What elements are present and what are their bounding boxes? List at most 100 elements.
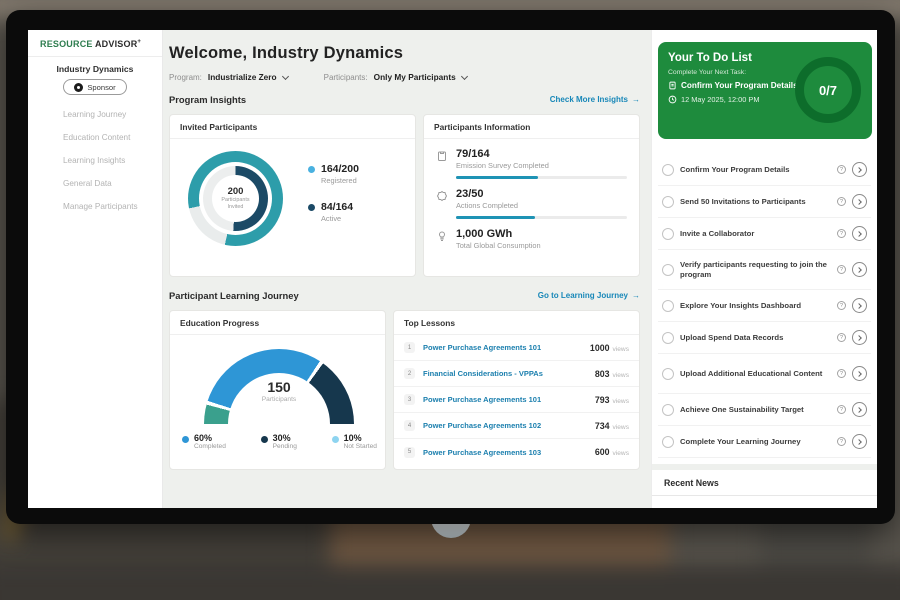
- task-open-button[interactable]: [852, 194, 867, 209]
- progress-track: [456, 216, 627, 219]
- section-title: Participant Learning Journey: [169, 290, 299, 301]
- not-started-dot-icon: [332, 436, 339, 443]
- views-label: views: [613, 346, 630, 353]
- legend-active: 84/164 Active: [308, 201, 359, 223]
- go-to-learning-journey-link[interactable]: Go to Learning Journey →: [538, 291, 640, 300]
- help-icon[interactable]: ?: [837, 229, 846, 238]
- task-checkbox[interactable]: [662, 332, 674, 344]
- views-label: views: [613, 398, 630, 405]
- task-row[interactable]: Invite a Collaborator ?: [658, 218, 871, 250]
- help-icon[interactable]: ?: [837, 437, 846, 446]
- lesson-link[interactable]: Power Purchase Agreements 103: [423, 448, 587, 457]
- help-icon[interactable]: ?: [837, 405, 846, 414]
- sponsor-label: Sponsor: [87, 83, 115, 92]
- org-name: Industry Dynamics: [28, 64, 162, 74]
- lesson-link[interactable]: Power Purchase Agreements 102: [423, 421, 587, 430]
- todo-next-task: Confirm Your Program Details: [668, 81, 808, 90]
- program-filter-label: Program:: [169, 73, 202, 82]
- help-icon[interactable]: ?: [837, 301, 846, 310]
- legend-label: Active: [321, 214, 353, 223]
- legend-value: 84/164: [321, 201, 353, 213]
- sponsor-icon: [74, 83, 83, 92]
- task-row[interactable]: Upload Spend Data Records ?: [658, 322, 871, 354]
- task-row[interactable]: Complete Your Learning Journey ?: [658, 426, 871, 458]
- chevron-down-icon: [282, 72, 289, 79]
- task-checkbox[interactable]: [662, 300, 674, 312]
- lesson-link[interactable]: Power Purchase Agreements 101: [423, 395, 587, 404]
- task-checkbox[interactable]: [662, 404, 674, 416]
- logo-resource: RESOURCE: [40, 39, 93, 49]
- sidebar-item-general-data[interactable]: General Data: [28, 172, 162, 195]
- stat-label: Actions Completed: [456, 201, 627, 210]
- gauge-center-value: 150: [204, 379, 354, 395]
- task-checkbox[interactable]: [662, 228, 674, 240]
- task-checkbox[interactable]: [662, 196, 674, 208]
- lesson-link[interactable]: Financial Considerations - VPPAs: [423, 369, 587, 378]
- task-checkbox[interactable]: [662, 164, 674, 176]
- views-count: 1000: [590, 343, 610, 353]
- program-filter-value: Industrialize Zero: [208, 72, 277, 82]
- task-open-button[interactable]: [852, 162, 867, 177]
- sidebar-nav: Home Insights Education Learning Journey…: [28, 103, 162, 218]
- help-icon[interactable]: ?: [837, 369, 846, 378]
- program-dropdown[interactable]: Program: Industrialize Zero: [169, 72, 288, 82]
- sidebar: RESOURCE ADVISOR+ Industry Dynamics Spon…: [28, 30, 163, 508]
- task-open-button[interactable]: [852, 298, 867, 313]
- participants-dropdown[interactable]: Participants: Only My Participants: [324, 72, 467, 82]
- sidebar-item-education-content[interactable]: Education Content: [28, 126, 162, 149]
- help-icon[interactable]: ?: [837, 333, 846, 342]
- sponsor-badge[interactable]: Sponsor: [63, 79, 127, 95]
- legend-not-started: 10% Not Started: [332, 433, 377, 450]
- gauge-legend: 60% Completed 30% Pending: [182, 433, 377, 450]
- task-label: Achieve One Sustainability Target: [680, 405, 831, 415]
- sidebar-item-learning-insights[interactable]: Learning Insights: [28, 149, 162, 172]
- logo-plus: +: [137, 39, 141, 45]
- card-title: Top Lessons: [394, 311, 639, 335]
- task-checkbox[interactable]: [662, 264, 674, 276]
- task-open-button[interactable]: [852, 262, 867, 277]
- recent-news-section: Recent News: [652, 464, 877, 508]
- legend-value: 30%: [273, 433, 297, 443]
- task-row[interactable]: Upload Additional Educational Content ?: [658, 354, 871, 394]
- filters-row: Program: Industrialize Zero Participants…: [169, 72, 640, 82]
- views-label: views: [613, 450, 630, 457]
- chevron-right-icon: [856, 267, 862, 273]
- clipboard-icon: [436, 150, 448, 162]
- task-checkbox[interactable]: [662, 436, 674, 448]
- task-row[interactable]: Achieve One Sustainability Target ?: [658, 394, 871, 426]
- task-row[interactable]: Confirm Your Program Details ?: [658, 154, 871, 186]
- help-icon[interactable]: ?: [837, 265, 846, 274]
- program-insights-header: Program Insights Check More Insights →: [169, 94, 640, 105]
- task-checkbox[interactable]: [662, 368, 674, 380]
- lesson-link[interactable]: Power Purchase Agreements 101: [423, 343, 582, 352]
- background-desk-bottom: [0, 565, 900, 600]
- task-row[interactable]: Send 50 Invitations to Participants ?: [658, 186, 871, 218]
- task-list: Confirm Your Program Details ? Send 50 I…: [658, 154, 871, 481]
- recent-news-title: Recent News: [652, 470, 877, 496]
- sidebar-item-manage-participants[interactable]: Manage Participants: [28, 195, 162, 218]
- task-open-button[interactable]: [852, 434, 867, 449]
- stat-emission-survey: 79/164 Emission Survey Completed: [424, 139, 639, 179]
- check-more-insights-link[interactable]: Check More Insights →: [550, 95, 640, 104]
- stat-value: 79/164: [456, 148, 627, 160]
- invited-donut-chart: 200 Participants Invited: [188, 151, 283, 246]
- main-content: Welcome, Industry Dynamics Program: Indu…: [163, 30, 651, 508]
- gauge-center: 150 Participants: [204, 379, 354, 403]
- link-label: Go to Learning Journey: [538, 291, 628, 300]
- task-open-button[interactable]: [852, 366, 867, 381]
- task-open-button[interactable]: [852, 330, 867, 345]
- task-open-button[interactable]: [852, 226, 867, 241]
- task-row[interactable]: Verify participants requesting to join t…: [658, 250, 871, 290]
- chevron-right-icon: [856, 231, 862, 237]
- stat-value: 23/50: [456, 188, 627, 200]
- help-icon[interactable]: ?: [837, 165, 846, 174]
- task-open-button[interactable]: [852, 402, 867, 417]
- task-row[interactable]: Explore Your Insights Dashboard ?: [658, 290, 871, 322]
- help-icon[interactable]: ?: [837, 197, 846, 206]
- views-count: 734: [595, 421, 610, 431]
- rank-badge: 4: [404, 420, 415, 431]
- sidebar-item-learning-journey[interactable]: Learning Journey: [28, 103, 162, 126]
- progress-fill: [456, 216, 535, 219]
- todo-due-label: 12 May 2025, 12:00 PM: [681, 95, 759, 104]
- document-icon: [668, 81, 677, 90]
